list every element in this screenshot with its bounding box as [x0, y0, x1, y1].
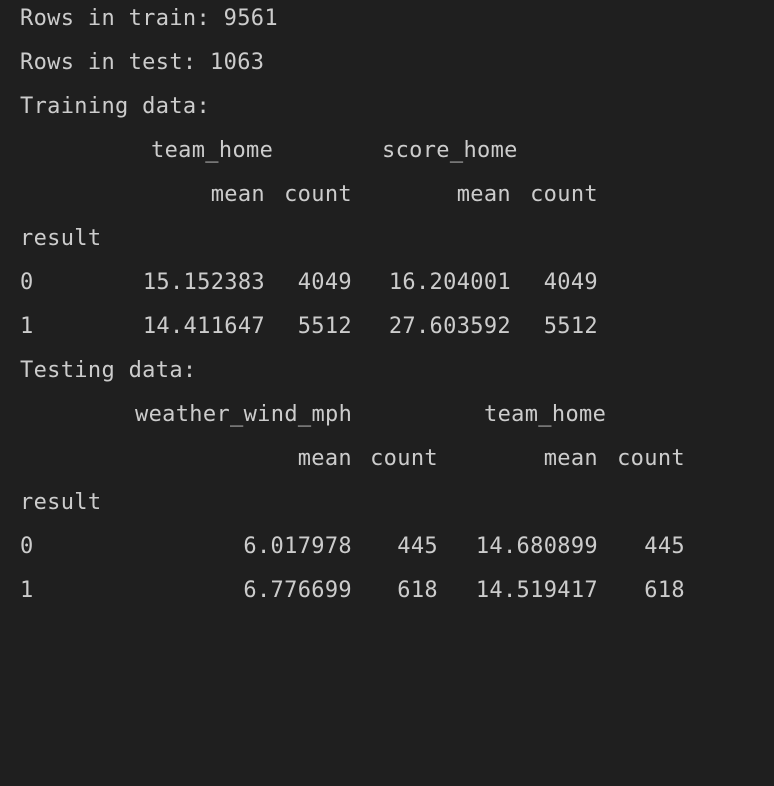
table-cell: 4049 [543, 270, 598, 295]
row-index: 0 [20, 270, 34, 295]
table-cell: 5512 [297, 314, 352, 339]
index-name-label: result [20, 490, 102, 515]
subheader-count: count [370, 446, 438, 471]
table-subheader-row: mean count mean count [20, 180, 760, 210]
subheader-mean: mean [210, 182, 265, 207]
table-cell: 27.603592 [388, 314, 511, 339]
subheader-count: count [617, 446, 685, 471]
table-header-row: team_home score_home [20, 136, 760, 166]
row-index: 1 [20, 578, 34, 603]
table-header-row: weather_wind_mph team_home [20, 400, 760, 430]
subheader-mean: mean [543, 446, 598, 471]
table-row: 0 6.017978 445 14.680899 445 [20, 532, 760, 562]
test-rows-text: Rows in test: 1063 [20, 50, 265, 75]
table-cell: 6.776699 [243, 578, 352, 603]
table-cell: 445 [397, 534, 438, 559]
table-row: 1 6.776699 618 14.519417 618 [20, 576, 760, 606]
table-cell: 445 [644, 534, 685, 559]
table-cell: 14.519417 [475, 578, 598, 603]
table-cell: 618 [397, 578, 438, 603]
column-header-team-home: team_home [484, 402, 607, 427]
table-cell: 14.680899 [475, 534, 598, 559]
row-index: 0 [20, 534, 34, 559]
table-cell: 618 [644, 578, 685, 603]
table-cell: 6.017978 [243, 534, 352, 559]
train-rows-text: Rows in train: 9561 [20, 6, 278, 31]
notebook-output: Rows in train: 9561 Rows in test: 1063 T… [20, 0, 760, 648]
subheader-mean: mean [456, 182, 511, 207]
table-cell: 4049 [297, 270, 352, 295]
table-cell: 14.411647 [142, 314, 265, 339]
column-header-weather-wind-mph: weather_wind_mph [135, 402, 353, 427]
column-header-score-home: score_home [382, 138, 518, 163]
column-header-team-home: team_home [151, 138, 274, 163]
table-cell: 16.204001 [388, 270, 511, 295]
training-heading: Training data: [20, 94, 211, 119]
table-cell: 15.152383 [142, 270, 265, 295]
testing-heading: Testing data: [20, 358, 197, 383]
subheader-count: count [530, 182, 598, 207]
table-row: 0 15.152383 4049 16.204001 4049 [20, 268, 760, 298]
table-subheader-row: mean count mean count [20, 444, 760, 474]
subheader-count: count [284, 182, 352, 207]
index-name-label: result [20, 226, 102, 251]
subheader-mean: mean [297, 446, 352, 471]
table-cell: 5512 [543, 314, 598, 339]
row-index: 1 [20, 314, 34, 339]
table-row: 1 14.411647 5512 27.603592 5512 [20, 312, 760, 342]
